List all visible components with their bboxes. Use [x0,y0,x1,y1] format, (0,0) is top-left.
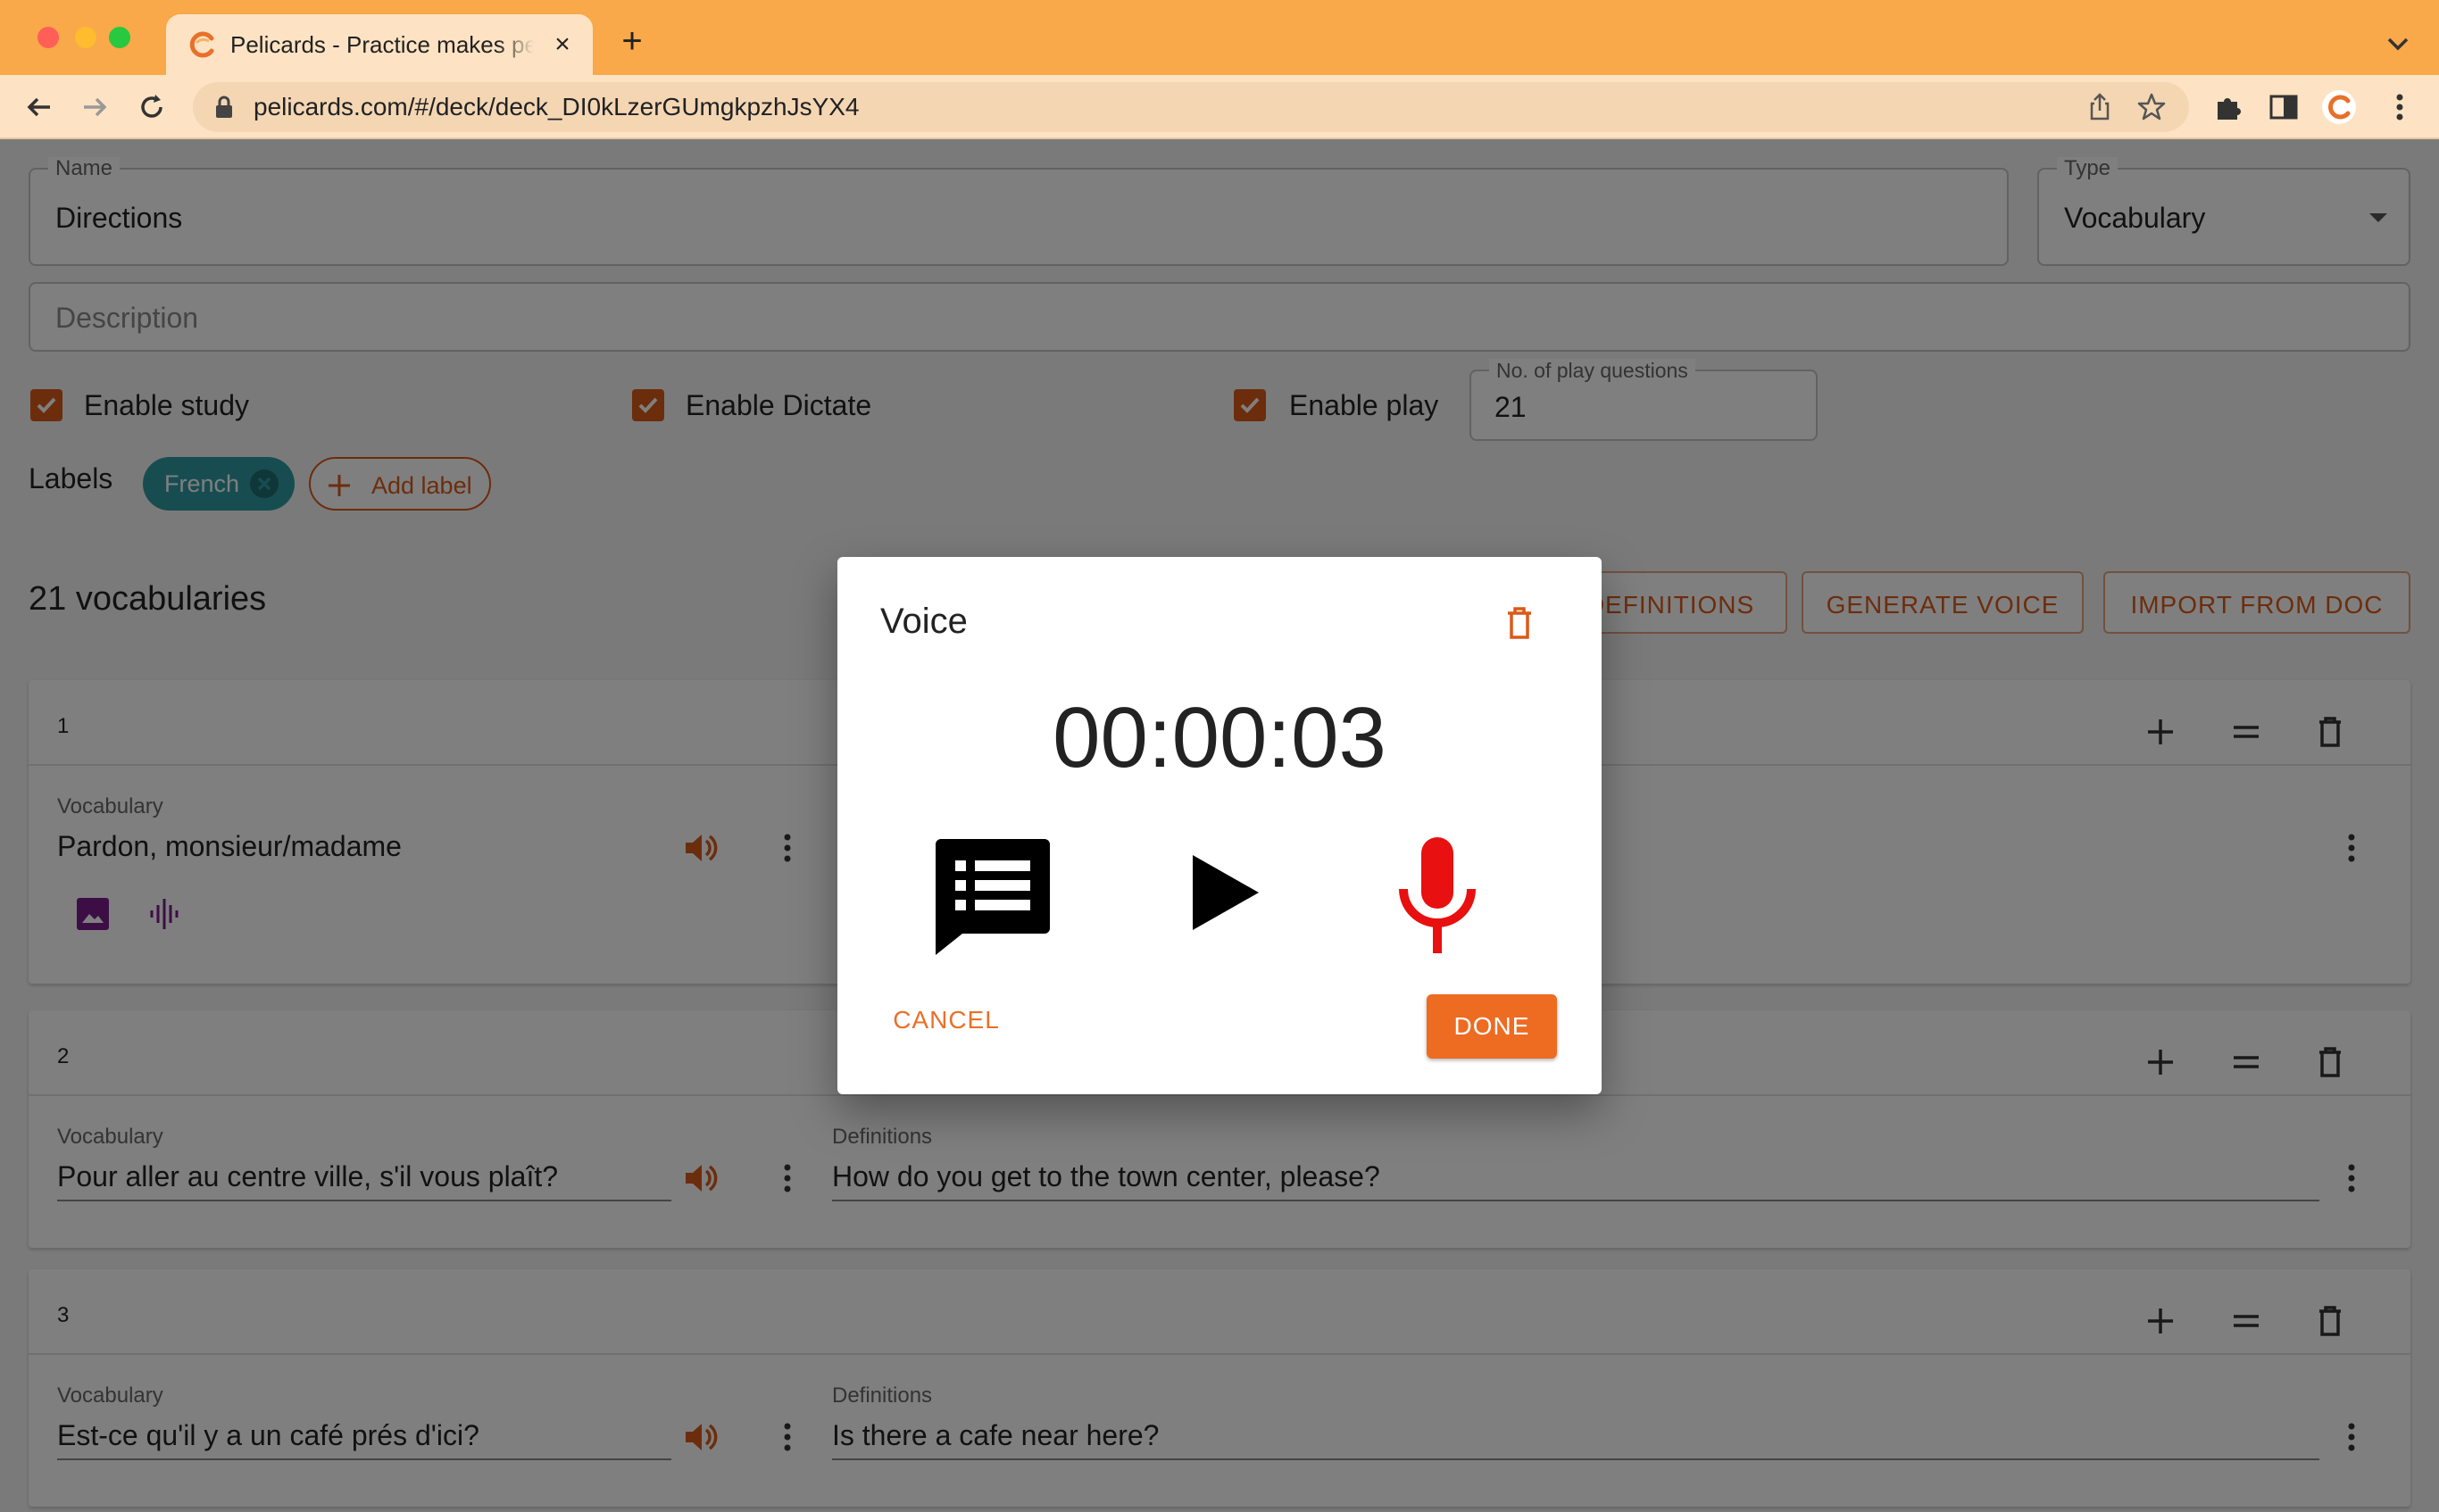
maximize-window-button[interactable] [109,27,130,48]
close-window-button[interactable] [37,27,59,48]
extensions-puzzle-icon[interactable] [2210,89,2246,125]
more-vertical-icon[interactable] [2382,89,2418,125]
voice-dialog: Voice 00:00:03 CANCEL DONE [837,557,1602,1094]
chevron-down-icon[interactable] [2380,29,2416,61]
side-panel-icon[interactable] [2266,89,2302,125]
tab-title: Pelicards - Practice makes perfect [230,31,534,58]
dialog-title: Voice [880,602,968,641]
url-text: pelicards.com/#/deck/deck_DI0kLzerGUmgkp… [254,93,860,120]
transcript-icon[interactable] [932,835,1053,957]
browser-toolbar: pelicards.com/#/deck/deck_DI0kLzerGUmgkp… [0,75,2439,139]
browser-tab[interactable]: Pelicards - Practice makes perfect × [166,14,593,75]
profile-avatar[interactable] [2321,89,2357,125]
recording-timer: 00:00:03 [1053,690,1386,785]
lock-icon [216,96,232,118]
address-bar[interactable]: pelicards.com/#/deck/deck_DI0kLzerGUmgkp… [193,82,2189,132]
bookmark-star-icon[interactable] [2135,91,2168,123]
delete-recording-icon[interactable] [1500,603,1539,643]
minimize-window-button[interactable] [75,27,96,48]
back-arrow-icon[interactable] [21,89,57,125]
reload-icon[interactable] [134,89,170,125]
play-icon[interactable] [1180,843,1261,941]
share-icon[interactable] [2084,91,2116,123]
cancel-button[interactable]: CANCEL [884,998,1009,1043]
forward-arrow-icon[interactable] [77,89,112,125]
close-tab-icon[interactable]: × [548,30,577,59]
browser-tab-strip: Pelicards - Practice makes perfect × + [0,0,2439,75]
done-button[interactable]: DONE [1427,994,1557,1059]
new-tab-icon[interactable]: + [616,23,648,59]
pelicards-logo-icon [189,31,214,58]
microphone-icon[interactable] [1391,834,1484,955]
